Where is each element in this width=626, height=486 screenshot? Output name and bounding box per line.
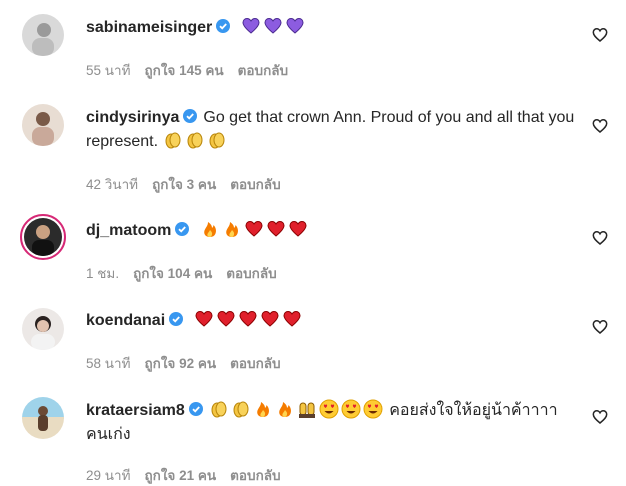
- reply-button[interactable]: ตอบกลับ: [230, 356, 280, 371]
- avatar[interactable]: [22, 397, 64, 439]
- comment-body: koendanai: [86, 309, 576, 333]
- red-heart-icon: [261, 310, 279, 327]
- username-link[interactable]: dj_matoom: [86, 222, 171, 239]
- username-link[interactable]: cindysirinya: [86, 109, 179, 126]
- heart-outline-icon[interactable]: [592, 230, 608, 246]
- purple-heart-icon: [242, 17, 260, 34]
- likes-count[interactable]: ถูกใจ 145 คน: [144, 63, 223, 78]
- comment-time: 1 ชม.: [86, 266, 120, 281]
- avatar[interactable]: [20, 214, 66, 260]
- red-heart-icon: [289, 220, 307, 237]
- purple-heart-icon: [286, 17, 304, 34]
- emoji-row: [163, 132, 229, 150]
- likes-count[interactable]: ถูกใจ 3 คน: [152, 177, 216, 192]
- reply-button[interactable]: ตอบกลับ: [226, 266, 276, 281]
- emoji-row: [195, 220, 309, 239]
- heart-eyes-icon: [319, 399, 339, 419]
- red-heart-icon: [283, 310, 301, 327]
- clap-icon: [211, 401, 227, 418]
- emoji-row: [189, 310, 303, 329]
- emoji-row: [209, 399, 385, 419]
- username-link[interactable]: sabinameisinger: [86, 19, 212, 36]
- raised-hands-icon: [298, 402, 315, 418]
- heart-outline-icon[interactable]: [592, 409, 608, 425]
- red-heart-icon: [267, 220, 285, 237]
- comment-body: dj_matoom: [86, 219, 576, 243]
- avatar[interactable]: [22, 104, 64, 146]
- comment-meta: 42 วินาที ถูกใจ 3 คน ตอบกลับ: [86, 173, 295, 195]
- reply-button[interactable]: ตอบกลับ: [230, 177, 280, 192]
- clap-icon: [233, 401, 249, 418]
- comment-meta: 55 นาที ถูกใจ 145 คน ตอบกลับ: [86, 59, 302, 81]
- red-heart-icon: [239, 310, 257, 327]
- comment-time: 42 วินาที: [86, 177, 139, 192]
- avatar[interactable]: [22, 14, 64, 56]
- comment-time: 58 นาที: [86, 356, 131, 371]
- fire-icon: [204, 222, 216, 237]
- heart-outline-icon[interactable]: [592, 319, 608, 335]
- comment-time: 55 นาที: [86, 63, 131, 78]
- comment-meta: 1 ชม. ถูกใจ 104 คน ตอบกลับ: [86, 262, 291, 284]
- purple-heart-icon: [264, 17, 282, 34]
- fire-icon: [226, 222, 238, 237]
- heart-eyes-icon: [341, 399, 361, 419]
- likes-count[interactable]: ถูกใจ 104 คน: [133, 266, 212, 281]
- verified-badge-icon: [188, 402, 203, 416]
- likes-count[interactable]: ถูกใจ 92 คน: [144, 356, 216, 371]
- red-heart-icon: [245, 220, 263, 237]
- reply-button[interactable]: ตอบกลับ: [238, 63, 288, 78]
- heart-outline-icon[interactable]: [592, 118, 608, 134]
- fire-icon: [256, 402, 269, 417]
- verified-badge-icon: [216, 19, 231, 33]
- heart-eyes-icon: [363, 399, 383, 419]
- clap-icon: [165, 132, 180, 149]
- verified-badge-icon: [169, 312, 184, 326]
- fire-icon: [278, 402, 291, 417]
- comment-body: cindysirinya Go get that crown Ann. Proud…: [86, 106, 576, 154]
- verified-badge-icon: [175, 222, 190, 236]
- username-link[interactable]: krataersiam8: [86, 402, 185, 419]
- comment-meta: 58 นาที ถูกใจ 92 คน ตอบกลับ: [86, 352, 295, 374]
- verified-badge-icon: [183, 109, 198, 123]
- comment-body: krataersiam8 คอยส่งใจให้อยู่น้าค้าาาา คน…: [86, 399, 576, 447]
- heart-outline-icon[interactable]: [592, 27, 608, 43]
- comment-body: sabinameisinger: [86, 16, 576, 40]
- clap-icon: [209, 132, 224, 149]
- comment-meta: 29 นาที ถูกใจ 21 คน ตอบกลับ: [86, 464, 295, 486]
- red-heart-icon: [195, 310, 213, 327]
- red-heart-icon: [217, 310, 235, 327]
- avatar[interactable]: [22, 308, 64, 350]
- username-link[interactable]: koendanai: [86, 312, 165, 329]
- emoji-row: [236, 17, 306, 36]
- clap-icon: [187, 132, 202, 149]
